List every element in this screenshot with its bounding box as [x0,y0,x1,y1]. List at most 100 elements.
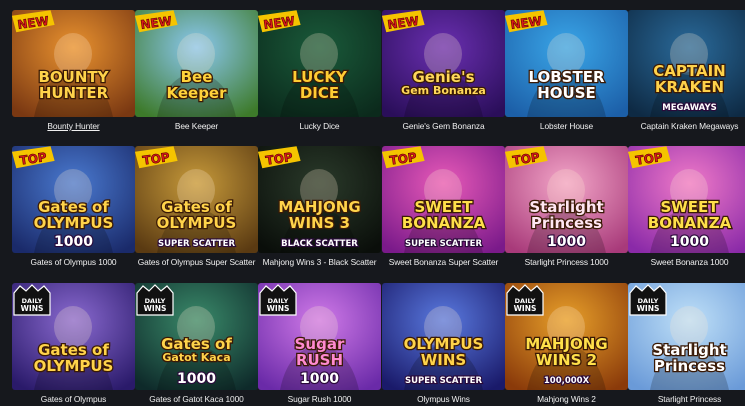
game-title[interactable]: Captain Kraken Megaways [622,121,745,132]
game-thumbnail[interactable]: Genie's Gem Bonanza NEW [382,10,505,117]
svg-text:OLYMPUS: OLYMPUS [157,214,237,232]
badge-daily-wins: DAILYWINS [629,284,667,316]
svg-text:RUSH: RUSH [296,351,343,369]
svg-text:1000: 1000 [670,234,709,250]
svg-text:1000: 1000 [177,371,216,387]
game-title[interactable]: Lobster House [499,121,634,132]
svg-text:Princess: Princess [531,214,602,232]
svg-text:DICE: DICE [300,84,339,102]
svg-text:MEGAWAYS: MEGAWAYS [662,103,716,113]
badge-daily-wins: DAILYWINS [506,284,544,316]
svg-text:WINS 2: WINS 2 [536,351,597,369]
game-title[interactable]: Lucky Dice [252,121,387,132]
svg-text:OLYMPUS: OLYMPUS [34,357,114,375]
svg-text:BLACK SCATTER: BLACK SCATTER [281,239,358,249]
game-thumbnail[interactable]: Bee Keeper NEW [135,10,258,117]
game-grid: BOUNTY HUNTER NEW Bounty Hunter Bee Keeper NE… [0,0,745,406]
game-logo: SugarRUSH1000 [293,334,346,388]
game-thumbnail[interactable]: Sugar RUSH 1000 DAILY WINS [258,283,381,390]
badge-daily-wins: DAILYWINS [136,284,174,316]
game-artwork: Gates ofGatot Kaca1000DAILYWINS [135,283,258,390]
game-thumbnail[interactable]: Gates of OLYMPUS DAILY WINS [12,283,135,390]
game-logo: MAHJONGWINS 3BLACK SCATTER [277,197,362,250]
game-title[interactable]: Starlight Princess [622,394,745,405]
game-artwork: Gates ofOLYMPUS1000TOP [12,146,135,253]
svg-text:Keeper: Keeper [166,84,227,102]
game-title[interactable]: Gates of Olympus [6,394,141,405]
game-artwork: StarlightPrincess1000TOP [505,146,628,253]
svg-text:Princess: Princess [654,357,725,375]
game-artwork: LOBSTERHOUSENEW [505,10,628,117]
game-artwork: MAHJONGWINS 2100,000XDAILYWINS [505,283,628,390]
game-title[interactable]: Mahjong Wins 3 - Black Scatter [252,257,387,268]
game-logo: StarlightPrincess [651,340,728,377]
svg-text:1000: 1000 [54,234,93,250]
game-title[interactable]: Bounty Hunter [6,121,141,132]
game-artwork: Genie'sGem BonanzaNEW [382,10,505,117]
game-thumbnail[interactable]: Starlight Princess DAILY WINS [628,283,745,390]
game-logo: Gates ofOLYMPUS [32,340,114,377]
game-title[interactable]: Gates of Gatot Kaca 1000 [129,394,264,405]
svg-text:WINS 3: WINS 3 [289,214,350,232]
game-title[interactable]: Starlight Princess 1000 [499,257,634,268]
game-logo: Genie'sGem Bonanza [400,67,487,99]
game-title[interactable]: Sweet Bonanza Super Scatter [376,257,511,268]
game-title[interactable]: Bee Keeper [129,121,264,132]
game-thumbnail[interactable]: CAPTAIN KRAKEN MEGAWAYS [628,10,745,117]
game-thumbnail[interactable]: MAHJONG WINS 3 BLACK SCATTER TOP [258,146,381,253]
svg-text:WINS: WINS [21,304,44,313]
svg-text:1000: 1000 [547,234,586,250]
game-thumbnail[interactable]: SWEET BONANZA 1000 TOP [628,146,745,253]
game-thumbnail[interactable]: SWEET BONANZA SUPER SCATTER TOP [382,146,505,253]
game-thumbnail[interactable]: OLYMPUS WINS SUPER SCATTER [382,283,505,390]
game-artwork: OLYMPUSWINSSUPER SCATTER [382,283,505,390]
game-artwork: BOUNTYHUNTERNEW [12,10,135,117]
game-artwork: CAPTAINKRAKENMEGAWAYS [628,10,745,117]
svg-text:WINS: WINS [144,304,167,313]
svg-text:HUNTER: HUNTER [39,84,109,102]
svg-text:OLYMPUS: OLYMPUS [34,214,114,232]
game-thumbnail[interactable]: LOBSTER HOUSE NEW [505,10,628,117]
svg-text:100,000X: 100,000X [544,376,590,386]
badge-daily-wins: DAILYWINS [13,284,51,316]
game-artwork: SWEETBONANZASUPER SCATTERTOP [382,146,505,253]
svg-text:SUPER SCATTER: SUPER SCATTER [405,376,482,386]
game-title[interactable]: Sweet Bonanza 1000 [622,257,745,268]
game-thumbnail[interactable]: MAHJONG WINS 2 100,000X DAILY WINS [505,283,628,390]
game-artwork: SWEETBONANZA1000TOP [628,146,745,253]
svg-text:HOUSE: HOUSE [537,84,596,102]
game-thumbnail[interactable]: LUCKY DICE NEW [258,10,381,117]
game-thumbnail[interactable]: Starlight Princess 1000 TOP [505,146,628,253]
game-artwork: StarlightPrincess DAILYWINS [628,283,745,390]
svg-text:BONANZA: BONANZA [402,214,486,232]
svg-text:Gatot Kaca: Gatot Kaca [162,351,230,364]
game-artwork: Gates ofOLYMPUSSUPER SCATTERTOP [135,146,258,253]
game-logo: BOUNTYHUNTER [37,67,111,104]
game-artwork: Gates ofOLYMPUS DAILYWINS [12,283,135,390]
svg-text:WINS: WINS [637,304,660,313]
svg-text:SUPER SCATTER: SUPER SCATTER [158,239,235,249]
game-title[interactable]: Olympus Wins [376,394,511,405]
game-thumbnail[interactable]: Gates of OLYMPUS SUPER SCATTER TOP [135,146,258,253]
svg-text:WINS: WINS [267,304,290,313]
game-logo: Gates ofOLYMPUSSUPER SCATTER [155,197,237,250]
svg-text:Gem Bonanza: Gem Bonanza [401,84,486,97]
game-title[interactable]: Genie's Gem Bonanza [376,121,511,132]
svg-text:WINS: WINS [421,351,466,369]
svg-text:KRAKEN: KRAKEN [655,78,724,96]
game-title[interactable]: Sugar Rush 1000 [252,394,387,405]
game-artwork: MAHJONGWINS 3BLACK SCATTERTOP [258,146,381,253]
svg-text:SUPER SCATTER: SUPER SCATTER [405,239,482,249]
game-title[interactable]: Gates of Olympus 1000 [6,257,141,268]
game-artwork: LUCKYDICENEW [258,10,381,117]
game-title[interactable]: Mahjong Wins 2 [499,394,634,405]
game-logo: CAPTAINKRAKENMEGAWAYS [652,61,727,114]
svg-text:WINS: WINS [514,304,537,313]
game-thumbnail[interactable]: Gates of OLYMPUS 1000 TOP [12,146,135,253]
svg-text:1000: 1000 [300,371,339,387]
game-title[interactable]: Gates of Olympus Super Scatter [129,257,264,268]
game-artwork: BeeKeeperNEW [135,10,258,117]
game-thumbnail[interactable]: Gates of Gatot Kaca 1000 DAILY WINS [135,283,258,390]
svg-text:BONANZA: BONANZA [648,214,732,232]
game-thumbnail[interactable]: BOUNTY HUNTER NEW [12,10,135,117]
